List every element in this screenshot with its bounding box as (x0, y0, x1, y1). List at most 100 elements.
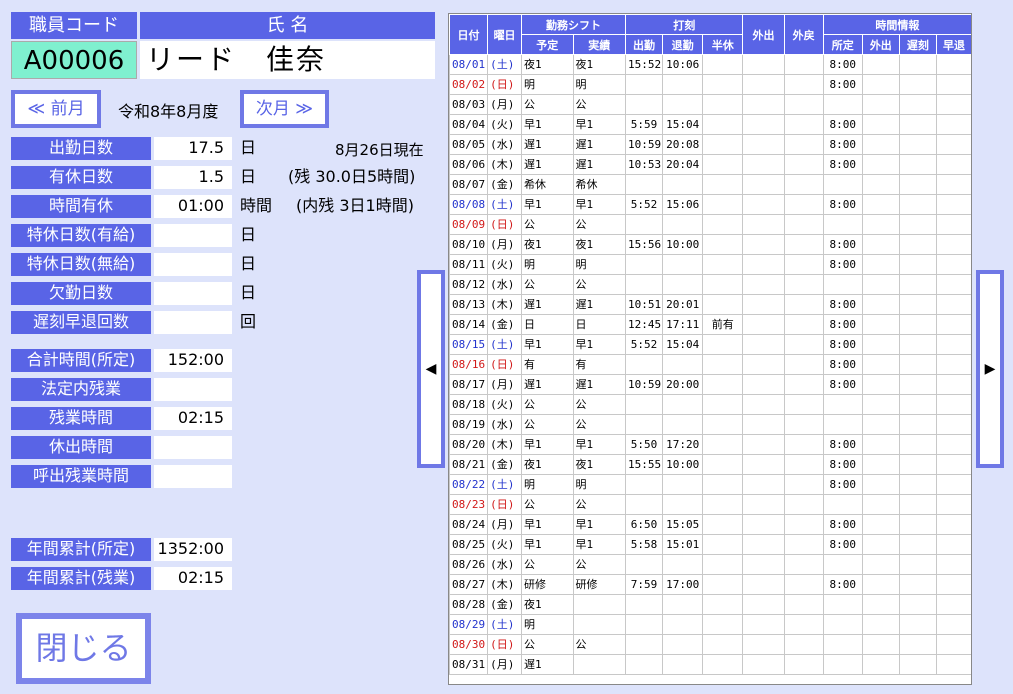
table-row[interactable]: 08/20 (木) 早1 早1 5:50 17:20 8:00 (449, 434, 971, 455)
table-row[interactable]: 08/16 (日) 有有 8:00 (449, 354, 971, 375)
table-row[interactable]: 08/27 (木) 研修 研修 7:59 17:00 8:00 (449, 574, 971, 595)
row-half (702, 334, 744, 355)
row-clock-out: 17:00 (662, 574, 704, 595)
row-half: 前有 (702, 314, 744, 335)
row-late (898, 154, 937, 175)
table-row[interactable]: 08/04 (火) 早1 早1 5:59 15:04 8:00 (449, 114, 971, 135)
row-plan: 夜1 (521, 54, 574, 75)
table-row[interactable]: 08/28 (金) 夜1 (449, 594, 971, 615)
row-late (898, 354, 937, 375)
row-half (702, 54, 744, 75)
row-early (935, 534, 971, 555)
table-row[interactable]: 08/31 (月) 遅1 (449, 654, 971, 675)
row-date: 08/14 (449, 314, 489, 335)
row-clock-out: 15:05 (662, 514, 704, 535)
table-row[interactable]: 08/01 (土) 夜1 夜1 15:52 10:06 8:00 (449, 54, 971, 75)
row-plan: 夜1 (521, 594, 574, 615)
row-half (702, 654, 744, 675)
row-back (783, 634, 824, 655)
row-clock-in (625, 394, 664, 415)
table-row[interactable]: 08/23 (日) 公公 (449, 494, 971, 515)
row-date: 08/21 (449, 454, 489, 475)
row-clock-in: 15:56 (625, 234, 664, 255)
row-out (742, 194, 785, 215)
row-go-out (861, 394, 900, 415)
row-std: 8:00 (822, 514, 863, 535)
row-clock-out: 10:00 (662, 454, 704, 475)
prev-month-button[interactable]: ≪ 前月 (11, 90, 101, 128)
row-back (783, 254, 824, 275)
row-clock-out: 10:06 (662, 54, 704, 75)
table-row[interactable]: 08/15 (土) 早1 早1 5:52 15:04 8:00 (449, 334, 971, 355)
row-half (702, 254, 744, 275)
table-row[interactable]: 08/26 (水) 公公 (449, 554, 971, 575)
row-half (702, 194, 744, 215)
table-row[interactable]: 08/21 (金) 夜1 夜1 15:55 10:00 8:00 (449, 454, 971, 475)
row-date: 08/09 (449, 214, 489, 235)
table-row[interactable]: 08/17 (月) 遅1 遅1 10:59 20:00 8:00 (449, 374, 971, 395)
row-go-out (861, 634, 900, 655)
row-late (898, 494, 937, 515)
row-dow: (火) (487, 254, 523, 275)
emp-code-field[interactable]: A00006 (11, 41, 137, 79)
row-dow: (水) (487, 134, 523, 155)
row-late (898, 214, 937, 235)
table-row[interactable]: 08/19 (水) 公公 (449, 414, 971, 435)
row-std: 8:00 (822, 534, 863, 555)
table-row[interactable]: 08/18 (火) 公公 (449, 394, 971, 415)
table-row[interactable]: 08/07 (金) 希休 希休 (449, 174, 971, 195)
table-row[interactable]: 08/11 (火) 明明 8:00 (449, 254, 971, 275)
row-back (783, 294, 824, 315)
close-button[interactable]: 閉じる (16, 613, 151, 684)
table-row[interactable]: 08/29 (土) 明 (449, 614, 971, 635)
row-std: 8:00 (822, 574, 863, 595)
table-row[interactable]: 08/14 (金) 日日 12:45 17:11 前有 8:00 (449, 314, 971, 335)
row-dow: (土) (487, 474, 523, 495)
row-std (822, 494, 863, 515)
row-actual: 明 (572, 254, 627, 275)
next-month-button[interactable]: 次月 ≫ (240, 90, 329, 128)
table-row[interactable]: 08/10 (月) 夜1 夜1 15:56 10:00 8:00 (449, 234, 971, 255)
row-early (935, 214, 971, 235)
row-back (783, 494, 824, 515)
row-early (935, 234, 971, 255)
row-back (783, 154, 824, 175)
table-row[interactable]: 08/06 (木) 遅1 遅1 10:53 20:04 8:00 (449, 154, 971, 175)
table-row[interactable]: 08/24 (月) 早1 早1 6:50 15:05 8:00 (449, 514, 971, 535)
col-time-info: 時間情報 (822, 14, 971, 35)
table-row[interactable]: 08/13 (木) 遅1 遅1 10:51 20:01 8:00 (449, 294, 971, 315)
row-late (898, 274, 937, 295)
scroll-right-button[interactable]: ▶ (976, 270, 1004, 468)
table-row[interactable]: 08/22 (土) 明明 8:00 (449, 474, 971, 495)
row-actual: 早1 (572, 434, 627, 455)
row-plan: 日 (521, 314, 574, 335)
row-std: 8:00 (822, 154, 863, 175)
row-out (742, 374, 785, 395)
row-date: 08/06 (449, 154, 489, 175)
table-row[interactable]: 08/09 (日) 公公 (449, 214, 971, 235)
row-actual: 早1 (572, 334, 627, 355)
row-dow: (金) (487, 174, 523, 195)
row-dow: (木) (487, 574, 523, 595)
row-dow: (月) (487, 374, 523, 395)
table-row[interactable]: 08/05 (水) 遅1 遅1 10:59 20:08 8:00 (449, 134, 971, 155)
table-row[interactable]: 08/12 (水) 公公 (449, 274, 971, 295)
table-row[interactable]: 08/25 (火) 早1 早1 5:58 15:01 8:00 (449, 534, 971, 555)
row-date: 08/27 (449, 574, 489, 595)
annual-std-value: 1352:00 (154, 538, 232, 561)
row-back (783, 134, 824, 155)
row-actual: 公 (572, 94, 627, 115)
row-out (742, 654, 785, 675)
scroll-left-button[interactable]: ◀ (417, 270, 445, 468)
row-std: 8:00 (822, 374, 863, 395)
work-days-value: 17.5 (154, 137, 232, 160)
table-row[interactable]: 08/03 (月) 公公 (449, 94, 971, 115)
row-plan: 早1 (521, 114, 574, 135)
row-out (742, 294, 785, 315)
col-shift: 勤務シフト (521, 14, 627, 35)
row-late (898, 174, 937, 195)
table-row[interactable]: 08/30 (日) 公公 (449, 634, 971, 655)
table-row[interactable]: 08/02 (日) 明明 8:00 (449, 74, 971, 95)
table-row[interactable]: 08/08 (土) 早1 早1 5:52 15:06 8:00 (449, 194, 971, 215)
row-actual: 早1 (572, 534, 627, 555)
